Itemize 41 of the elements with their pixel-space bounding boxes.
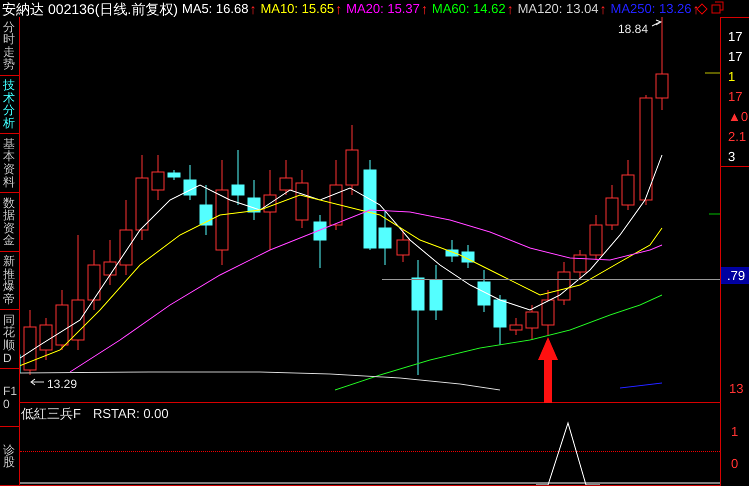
- stock-code: 002136: [48, 2, 95, 16]
- stock-name: 安納达: [2, 2, 44, 16]
- side-tab[interactable]: 新推爆帝: [0, 252, 20, 310]
- restore-window-icon[interactable]: [711, 1, 724, 14]
- side-tab[interactable]: 分时走势: [0, 17, 20, 76]
- price-label: 18.84: [618, 21, 648, 38]
- trend-arrow: ↑: [506, 2, 514, 16]
- trend-arrow: ↑: [335, 2, 342, 16]
- indicator-reading: RSTAR: 0.00: [93, 405, 169, 423]
- trend-arrow: ↑: [600, 2, 607, 16]
- moving-average-reading: MA20: 15.37: [346, 2, 420, 15]
- trend-arrow: ↑: [420, 2, 428, 16]
- trend-arrow: ↑: [692, 2, 700, 16]
- leader-line: [652, 20, 662, 26]
- axis-label: 17: [728, 28, 744, 45]
- axis-label: 17: [728, 88, 744, 105]
- price-label: 13.29: [47, 376, 78, 393]
- axis-label: 3: [728, 148, 736, 165]
- indicator-name: 低紅三兵F: [21, 405, 81, 423]
- price-tag: .79: [721, 267, 749, 284]
- moving-average-reading: MA10: 15.65: [260, 2, 334, 15]
- axis-label: ▲0: [728, 108, 749, 125]
- side-tab[interactable]: 技术分析: [0, 76, 20, 134]
- moving-average-reading: MA60: 14.62: [432, 2, 506, 15]
- moving-average-reading: MA5: 16.68: [182, 2, 248, 15]
- up-arrow: [538, 337, 558, 403]
- chart-period: (日线.前复权): [94, 2, 178, 16]
- axis-label: 1: [731, 423, 738, 441]
- axis-label: 1: [728, 68, 736, 85]
- diamond-icon[interactable]: [696, 3, 708, 15]
- trend-arrow: ↑: [249, 2, 256, 16]
- moving-average-reading: MA250: 13.26: [610, 2, 692, 15]
- axis-label: 2.1: [728, 128, 748, 145]
- axis-label: 17: [728, 48, 744, 65]
- moving-average-reading: MA120: 13.04: [518, 2, 599, 15]
- side-tab[interactable]: 数据资金: [0, 192, 20, 252]
- axis-label: 13: [729, 380, 744, 398]
- leader-line: [30, 378, 44, 386]
- side-tab[interactable]: 基本资料: [0, 134, 20, 193]
- axis-label: 0: [731, 455, 738, 473]
- side-tab[interactable]: 诊股: [0, 427, 20, 486]
